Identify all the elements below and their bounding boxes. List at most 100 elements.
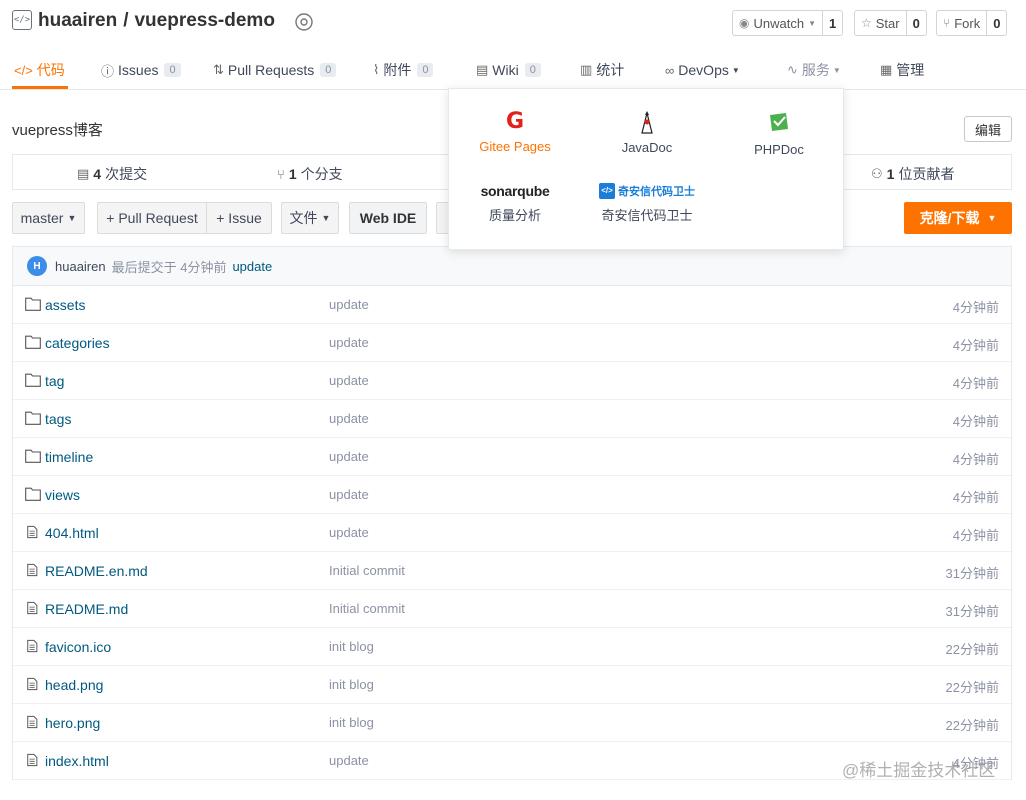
folder-icon [25, 411, 41, 425]
table-row[interactable]: views update 4分钟前 [13, 476, 1011, 514]
clone-download-label: 克隆/下载 [919, 210, 980, 226]
tab-code[interactable]: </> 代码 [14, 58, 65, 82]
table-row[interactable]: 404.html update 4分钟前 [13, 514, 1011, 552]
tab-wiki[interactable]: ▤ Wiki 0 [476, 58, 541, 82]
file-name-link[interactable]: 404.html [45, 525, 99, 541]
code-icon: </> [14, 62, 33, 78]
file-name-link[interactable]: hero.png [45, 715, 100, 731]
file-commit-time: 4分钟前 [952, 452, 999, 467]
file-name-link[interactable]: README.md [45, 601, 128, 617]
file-commit-message[interactable]: update [329, 297, 369, 312]
new-pull-request-button[interactable]: + Pull Request [97, 202, 207, 234]
file-name-link[interactable]: views [45, 487, 80, 503]
watch-count[interactable]: 1 [821, 11, 842, 35]
clone-download-button[interactable]: 克隆/下载 ▼ [904, 202, 1012, 234]
new-issue-button[interactable]: + Issue [206, 202, 272, 234]
tab-pull-requests-badge: 0 [320, 63, 337, 77]
gitee-logo-icon: G [505, 109, 525, 134]
file-name-link[interactable]: head.png [45, 677, 103, 693]
file-name-link[interactable]: assets [45, 297, 85, 313]
file-commit-message[interactable]: init blog [329, 639, 374, 654]
file-commit-message[interactable]: update [329, 373, 369, 388]
file-name-link[interactable]: categories [45, 335, 110, 351]
tab-pull-requests[interactable]: ⇅ Pull Requests 0 [213, 58, 337, 82]
contributors-icon: ⚇ [871, 166, 883, 181]
javadoc-item[interactable]: JavaDoc [581, 109, 713, 155]
file-name-link[interactable]: index.html [45, 753, 109, 769]
issue-icon: ⓘ [101, 63, 115, 79]
tab-services[interactable]: ∿ 服务 ▼ [787, 58, 841, 82]
table-row[interactable]: tags update 4分钟前 [13, 400, 1011, 438]
eye-icon: ◉ [739, 16, 750, 30]
edit-description-button[interactable]: 编辑 [964, 116, 1012, 142]
commit-message-link[interactable]: update [232, 259, 272, 274]
avatar[interactable]: H [27, 256, 47, 276]
star-icon: ☆ [861, 16, 872, 30]
phpdoc-item[interactable]: PHPDoc [713, 111, 845, 157]
web-ide-button[interactable]: Web IDE [349, 202, 427, 234]
table-row[interactable]: tag update 4分钟前 [13, 362, 1011, 400]
file-commit-message[interactable]: update [329, 525, 369, 540]
tab-stats[interactable]: ▥ 统计 [580, 58, 624, 82]
contributors-stat[interactable]: ⚇ 1 位贡献者 [871, 164, 954, 184]
tab-manage[interactable]: ▦ 管理 [880, 58, 924, 82]
tab-issues-badge: 0 [164, 63, 181, 77]
file-commit-message[interactable]: update [329, 335, 369, 350]
repo-tabs: </> 代码 ⓘ Issues 0 ⇅ Pull Requests 0 ⌇ 附件 0 ▤ Wik… [0, 50, 1026, 90]
gitee-pages-item[interactable]: G Gitee Pages [449, 109, 581, 155]
file-commit-message[interactable]: update [329, 487, 369, 502]
branches-stat[interactable]: ⑂ 1 个分支 [277, 164, 343, 184]
star-count[interactable]: 0 [905, 11, 926, 35]
table-row[interactable]: favicon.ico init blog 22分钟前 [13, 628, 1011, 666]
file-commit-message[interactable]: init blog [329, 715, 374, 730]
file-commit-message[interactable]: update [329, 411, 369, 426]
wiki-icon: ▤ [476, 62, 489, 77]
table-row[interactable]: README.md Initial commit 31分钟前 [13, 590, 1011, 628]
tab-attachments[interactable]: ⌇ 附件 0 [373, 58, 434, 82]
star-button[interactable]: ☆ Star [855, 11, 906, 35]
gitee-pages-label: Gitee Pages [479, 139, 551, 154]
folder-icon [25, 335, 41, 349]
sonarqube-item[interactable]: sonarqube 质量分析 [449, 183, 581, 224]
commits-stat[interactable]: ▤ 4 次提交 [77, 164, 147, 184]
file-commit-message[interactable]: Initial commit [329, 563, 405, 578]
repo-settings-icon[interactable] [294, 12, 314, 32]
file-commit-time: 22分钟前 [945, 718, 999, 733]
file-name-link[interactable]: favicon.ico [45, 639, 111, 655]
file-icon [27, 525, 38, 539]
tab-code-label: 代码 [36, 62, 65, 78]
pull-request-icon: ⇅ [213, 62, 224, 77]
file-commit-message[interactable]: update [329, 449, 369, 464]
file-commit-message[interactable]: init blog [329, 677, 374, 692]
file-name-link[interactable]: tag [45, 373, 64, 389]
file-name-link[interactable]: timeline [45, 449, 93, 465]
file-name-link[interactable]: README.en.md [45, 563, 148, 579]
unwatch-button[interactable]: ◉ Unwatch ▼ [733, 11, 822, 35]
qianxin-codesafe-item[interactable]: </> 奇安信代码卫士 奇安信代码卫士 [581, 181, 713, 224]
file-commit-message[interactable]: Initial commit [329, 601, 405, 616]
repo-owner-link[interactable]: huaairen [38, 10, 117, 31]
tab-devops-label: DevOps [678, 62, 729, 78]
repo-title: huaairen / vuepress-demo [38, 10, 275, 32]
tab-devops[interactable]: ∞ DevOps ▼ [665, 58, 740, 82]
table-row[interactable]: hero.png init blog 22分钟前 [13, 704, 1011, 742]
table-row[interactable]: head.png init blog 22分钟前 [13, 666, 1011, 704]
table-row[interactable]: timeline update 4分钟前 [13, 438, 1011, 476]
table-row[interactable]: README.en.md Initial commit 31分钟前 [13, 552, 1011, 590]
tab-issues[interactable]: ⓘ Issues 0 [101, 58, 181, 82]
file-commit-message[interactable]: update [329, 753, 369, 768]
table-row[interactable]: assets update 4分钟前 [13, 286, 1011, 324]
fork-label: Fork [954, 15, 981, 31]
javadoc-label: JavaDoc [621, 140, 673, 155]
repo-name-link[interactable]: vuepress-demo [134, 10, 274, 31]
active-tab-indicator [12, 86, 68, 89]
fork-button[interactable]: ⑂ Fork [937, 11, 986, 35]
folder-icon [25, 297, 41, 311]
commit-author[interactable]: huaairen [55, 259, 106, 274]
fork-count[interactable]: 0 [986, 11, 1006, 35]
branch-select[interactable]: master ▼ [12, 202, 85, 234]
table-row[interactable]: categories update 4分钟前 [13, 324, 1011, 362]
phpdoc-icon [770, 113, 788, 131]
file-name-link[interactable]: tags [45, 411, 71, 427]
file-menu-button[interactable]: 文件 ▼ [281, 202, 339, 234]
